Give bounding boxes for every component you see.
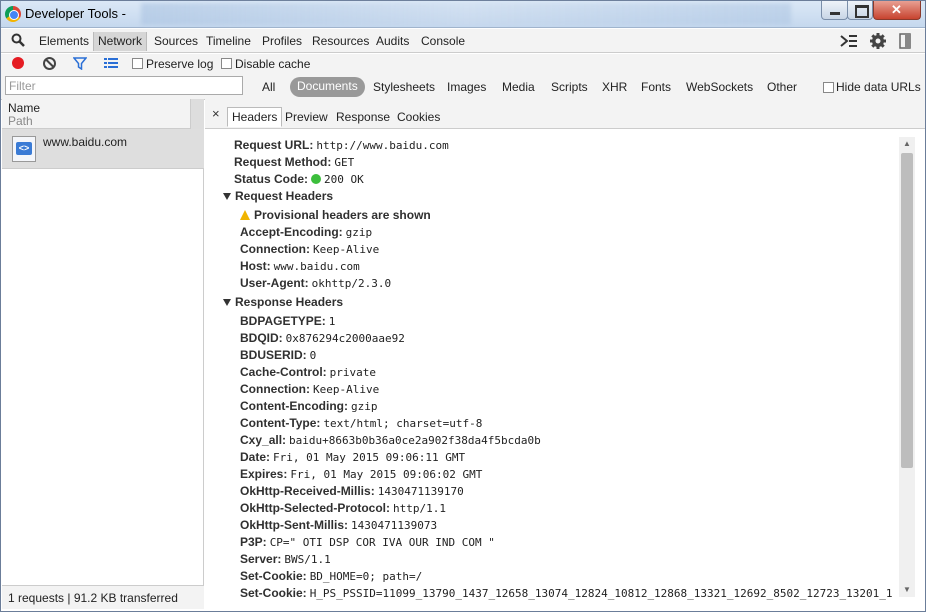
tab-elements[interactable]: Elements xyxy=(35,32,93,51)
close-detail-icon[interactable]: × xyxy=(212,106,220,121)
response-header-row: OkHttp-Received-Millis: 1430471139170 xyxy=(240,484,464,498)
status-ok-icon xyxy=(311,174,322,184)
main-toolbar: Elements Network Sources Timeline Profil… xyxy=(1,29,925,53)
tab-headers[interactable]: Headers xyxy=(227,107,283,127)
close-window-button[interactable] xyxy=(873,1,921,20)
response-header-row: Content-Type: text/html; charset=utf-8 xyxy=(240,416,483,430)
devtools-window: Developer Tools - Elements Network Sourc… xyxy=(0,0,926,612)
disable-cache-checkbox[interactable] xyxy=(221,58,232,69)
response-header-row: BDPAGETYPE: 1 xyxy=(240,314,336,328)
scroll-thumb[interactable] xyxy=(901,153,913,468)
tab-cookies[interactable]: Cookies xyxy=(393,108,444,128)
request-header-row: User-Agent: okhttp/2.3.0 xyxy=(240,276,392,290)
preserve-log-checkbox[interactable] xyxy=(132,58,143,69)
hide-data-urls-checkbox[interactable] xyxy=(823,82,834,93)
scroll-up-arrow-icon[interactable]: ▲ xyxy=(899,137,915,151)
request-headers-toggle[interactable]: Request Headers xyxy=(223,189,333,203)
response-header-row: Date: Fri, 01 May 2015 09:06:11 GMT xyxy=(240,450,466,464)
request-name: www.baidu.com xyxy=(43,135,128,149)
filter-images[interactable]: Images xyxy=(447,80,486,94)
detail-tab-bar: × Headers Preview Response Cookies xyxy=(205,99,925,129)
preserve-log-label: Preserve log xyxy=(146,57,214,71)
tab-network[interactable]: Network xyxy=(93,32,148,51)
maximize-button[interactable] xyxy=(847,1,873,20)
large-rows-icon[interactable] xyxy=(104,57,118,69)
request-header-row: Accept-Encoding: gzip xyxy=(240,225,373,239)
response-header-row: Expires: Fri, 01 May 2015 09:06:02 GMT xyxy=(240,467,483,481)
name-column-header[interactable]: Name Path xyxy=(2,99,190,129)
dock-side-icon[interactable] xyxy=(899,33,911,49)
network-controls: Preserve log Disable cache xyxy=(1,54,925,74)
window-title: Developer Tools - xyxy=(25,6,126,21)
filter-all[interactable]: All xyxy=(262,80,275,94)
tab-profiles[interactable]: Profiles xyxy=(258,32,306,51)
filter-input[interactable] xyxy=(5,76,243,95)
column-name-label: Name xyxy=(8,101,41,115)
general-row: Request URL: http://www.baidu.com xyxy=(234,138,449,152)
hide-data-urls-label: Hide data URLs xyxy=(836,80,921,94)
response-header-row: P3P: CP=" OTI DSP COR IVA OUR IND COM " xyxy=(240,535,495,549)
title-bar: Developer Tools - xyxy=(1,1,925,28)
clear-icon[interactable] xyxy=(43,57,56,70)
general-row: Request Method: GET xyxy=(234,155,355,169)
triangle-down-icon xyxy=(223,299,231,306)
search-icon[interactable] xyxy=(11,33,25,47)
filter-websockets[interactable]: WebSockets xyxy=(686,80,753,94)
tab-response[interactable]: Response xyxy=(332,108,394,128)
filter-scripts[interactable]: Scripts xyxy=(551,80,588,94)
response-headers-toggle[interactable]: Response Headers xyxy=(223,295,343,309)
response-header-row: OkHttp-Sent-Millis: 1430471139073 xyxy=(240,518,438,532)
column-divider xyxy=(190,99,204,129)
response-header-row: Set-Cookie: BD_HOME=0; path=/ xyxy=(240,569,423,583)
vertical-scrollbar[interactable]: ▲ ▼ xyxy=(899,137,915,597)
filter-xhr[interactable]: XHR xyxy=(602,80,627,94)
column-path-label: Path xyxy=(8,114,33,128)
warning-icon xyxy=(240,210,250,220)
request-header-row: Connection: Keep-Alive xyxy=(240,242,380,256)
filter-icon[interactable] xyxy=(73,57,87,70)
tab-timeline[interactable]: Timeline xyxy=(202,32,255,51)
general-row: Status Code: 200 OK xyxy=(234,172,364,186)
title-blurred-area xyxy=(141,3,791,25)
response-header-row: Cxy_all: baidu+8663b0b36a0ce2a902f38da4f5… xyxy=(240,433,541,447)
tab-resources[interactable]: Resources xyxy=(308,32,373,51)
request-header-row: Host: www.baidu.com xyxy=(240,259,360,273)
response-header-row: BDUSERID: 0 xyxy=(240,348,317,362)
filter-documents[interactable]: Documents xyxy=(290,77,365,97)
response-header-row: Set-Cookie: H_PS_PSSID=11099_13790_1437_1… xyxy=(240,586,893,600)
tab-sources[interactable]: Sources xyxy=(150,32,202,51)
filter-fonts[interactable]: Fonts xyxy=(641,80,671,94)
response-header-row: OkHttp-Selected-Protocol: http/1.1 xyxy=(240,501,446,515)
response-header-row: Connection: Keep-Alive xyxy=(240,382,380,396)
record-icon[interactable] xyxy=(12,57,24,69)
headers-content: Request URL: http://www.baidu.com Request… xyxy=(205,129,899,601)
document-file-icon xyxy=(12,136,36,162)
response-header-row: Content-Encoding: gzip xyxy=(240,399,378,413)
gear-icon[interactable] xyxy=(869,32,887,50)
provisional-notice: Provisional headers are shown xyxy=(240,208,431,222)
tab-audits[interactable]: Audits xyxy=(372,32,413,51)
request-detail-pane: × Headers Preview Response Cookies Reque… xyxy=(205,99,925,609)
filter-media[interactable]: Media xyxy=(502,80,535,94)
filter-bar: All Documents Stylesheets Images Media S… xyxy=(1,74,925,100)
minimize-button[interactable] xyxy=(821,1,848,20)
response-header-row: BDQID: 0x876294c2000aae92 xyxy=(240,331,405,345)
disable-cache-label: Disable cache xyxy=(235,57,311,71)
filter-other[interactable]: Other xyxy=(767,80,797,94)
triangle-down-icon xyxy=(223,193,231,200)
request-row[interactable]: www.baidu.com xyxy=(2,129,204,169)
tab-preview[interactable]: Preview xyxy=(281,108,332,128)
chrome-logo-icon xyxy=(5,6,21,22)
response-header-row: Server: BWS/1.1 xyxy=(240,552,331,566)
request-list: Name Path www.baidu.com 1 requests | 91.… xyxy=(2,99,204,609)
filter-stylesheets[interactable]: Stylesheets xyxy=(373,80,435,94)
console-drawer-icon[interactable] xyxy=(840,33,858,49)
tab-console[interactable]: Console xyxy=(417,32,469,51)
status-bar: 1 requests | 91.2 KB transferred xyxy=(2,585,204,609)
transfer-summary: 1 requests | 91.2 KB transferred xyxy=(8,591,178,605)
response-header-row: Cache-Control: private xyxy=(240,365,377,379)
scroll-down-arrow-icon[interactable]: ▼ xyxy=(899,583,915,597)
